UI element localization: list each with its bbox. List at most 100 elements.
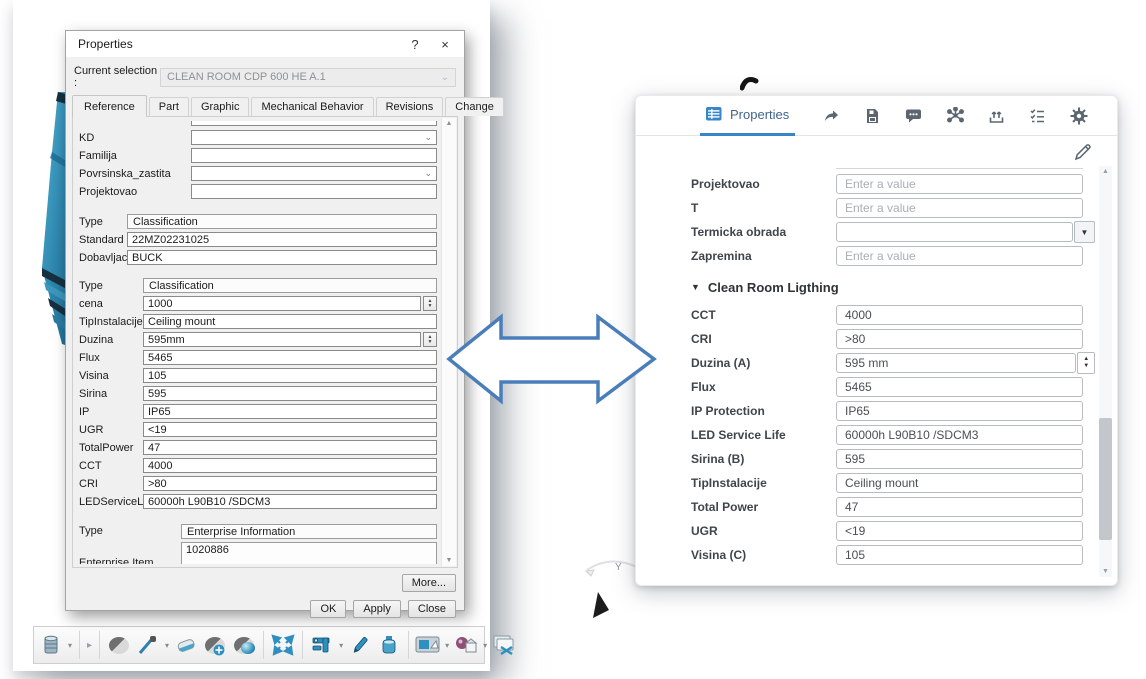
remove-render-icon[interactable] (491, 632, 517, 658)
clamp-tool-caret[interactable]: ▾ (339, 641, 343, 650)
t-input[interactable] (836, 198, 1083, 218)
tab-graphic[interactable]: Graphic (191, 97, 250, 116)
dropdown-arrow-icon: ▼ (1080, 228, 1088, 237)
tab-change[interactable]: Change (445, 97, 504, 116)
material-catalog-icon[interactable] (38, 632, 64, 658)
dropdown-button[interactable]: ▼ (1074, 221, 1095, 243)
property-row: IP (79, 404, 437, 419)
standard-field[interactable] (127, 232, 437, 247)
material-spheres-icon[interactable] (453, 632, 479, 658)
termicka-obrada-combo[interactable] (836, 222, 1073, 242)
led-service-life-input[interactable] (836, 425, 1083, 445)
chevron-down-icon: ⌄ (441, 72, 449, 83)
tab-revisions[interactable]: Revisions (376, 97, 444, 116)
enterprise-item-number-field[interactable]: 1020886 (181, 542, 437, 564)
scroll-up-icon[interactable]: ▲ (446, 120, 453, 127)
property-row: Termicka obrada ▼ (691, 222, 1095, 242)
field-label: T (691, 201, 836, 215)
property-row: Projektovao (691, 174, 1095, 194)
ip-field[interactable] (143, 404, 437, 419)
material-catalog-caret[interactable]: ▾ (68, 641, 72, 650)
zapremina-input[interactable] (836, 246, 1083, 266)
familija-field[interactable] (191, 148, 437, 163)
add-material-ball-icon[interactable] (202, 632, 228, 658)
paint-ball-icon[interactable] (106, 632, 132, 658)
clamp-tool-icon[interactable] (309, 632, 335, 658)
material-spheres-caret[interactable]: ▾ (483, 641, 487, 650)
visina-field[interactable] (143, 368, 437, 383)
checklist-icon[interactable] (1026, 104, 1050, 128)
tab-properties[interactable]: Properties (700, 96, 795, 136)
flux-input[interactable] (836, 377, 1083, 397)
eyedropper-caret[interactable]: ▾ (165, 641, 169, 650)
projektovao-input[interactable] (836, 174, 1083, 194)
scrollbar-thumb[interactable] (1099, 418, 1112, 540)
cena-field[interactable] (143, 296, 421, 311)
overflow-arrow-icon[interactable]: ▸ (87, 640, 92, 651)
tipinstalacije-field[interactable] (143, 314, 437, 329)
projektovao-field[interactable] (191, 184, 437, 199)
flux-field[interactable] (143, 350, 437, 365)
help-button[interactable]: ? (400, 33, 430, 55)
spinner-control[interactable]: ▲▼ (1077, 352, 1095, 374)
render-frame-icon[interactable] (415, 632, 441, 658)
property-row: CCT (79, 458, 437, 473)
cct-field[interactable] (143, 458, 437, 473)
apply-material-ball-icon[interactable] (231, 632, 257, 658)
scroll-down-icon[interactable]: ▼ (1102, 568, 1109, 575)
current-selection-combo[interactable]: CLEAN ROOM CDP 600 HE A.1 ⌄ (160, 68, 456, 87)
collapse-triangle-icon[interactable]: ▼ (691, 282, 700, 292)
duzina-field[interactable] (143, 332, 421, 347)
ugr-input[interactable] (836, 521, 1083, 541)
comment-icon[interactable] (902, 104, 926, 128)
ledservicelife-field[interactable] (143, 494, 437, 509)
scroll-down-icon[interactable]: ▼ (446, 557, 453, 564)
cri-input[interactable] (836, 329, 1083, 349)
sirina-b-input[interactable] (836, 449, 1083, 469)
cri-field[interactable] (143, 476, 437, 491)
share-icon[interactable] (819, 104, 843, 128)
fit-all-arrows-icon[interactable] (270, 632, 296, 658)
ok-button[interactable]: OK (310, 600, 346, 618)
dobavljac-field[interactable] (127, 250, 437, 265)
tab-reference[interactable]: Reference (72, 95, 147, 117)
clipped-field-edge (836, 168, 1083, 169)
visina-c-input[interactable] (836, 545, 1083, 565)
import-icon[interactable] (984, 104, 1008, 128)
gear-icon[interactable] (1067, 104, 1091, 128)
apply-button[interactable]: Apply (353, 600, 401, 618)
field-label: Zapremina (691, 249, 836, 263)
sirina-field[interactable] (143, 386, 437, 401)
scroll-up-icon[interactable]: ▲ (1102, 168, 1109, 175)
dialog-titlebar[interactable]: Properties ? × (66, 31, 464, 57)
close-button[interactable]: Close (408, 600, 456, 618)
save-file-icon[interactable] (861, 104, 885, 128)
eraser-icon[interactable] (173, 632, 199, 658)
cct-input[interactable] (836, 305, 1083, 325)
total-power-input[interactable] (836, 497, 1083, 517)
toolbar-separator (408, 631, 409, 659)
kd-combo[interactable]: ⌄ (191, 130, 437, 145)
povrsinska-zastita-combo[interactable]: ⌄ (191, 166, 437, 181)
toolbar-separator (79, 631, 80, 659)
property-row: Visina (79, 368, 437, 383)
totalpower-field[interactable] (143, 440, 437, 455)
glue-bottle-icon[interactable] (376, 632, 402, 658)
field-label: Enterprise Item Number (79, 558, 181, 565)
tipinstalacije-input[interactable] (836, 473, 1083, 493)
spinner-control[interactable]: ▲▼ (423, 296, 437, 311)
ip-protection-input[interactable] (836, 401, 1083, 421)
spinner-control[interactable]: ▲▼ (423, 332, 437, 347)
relations-icon[interactable] (943, 104, 967, 128)
eyedropper-icon[interactable] (135, 632, 161, 658)
duzina-a-input[interactable] (836, 353, 1076, 373)
ugr-field[interactable] (143, 422, 437, 437)
web-properties-panel: Properties (635, 95, 1118, 586)
tab-part[interactable]: Part (149, 97, 189, 116)
close-icon[interactable]: × (430, 33, 460, 55)
section-header-clean-room-lighting[interactable]: ▼ Clean Room Ligthing (691, 279, 1095, 295)
tab-mechanical-behavior[interactable]: Mechanical Behavior (251, 97, 373, 116)
render-frame-caret[interactable]: ▾ (445, 641, 449, 650)
measure-pen-icon[interactable] (347, 632, 373, 658)
more-button[interactable]: More... (402, 574, 456, 592)
